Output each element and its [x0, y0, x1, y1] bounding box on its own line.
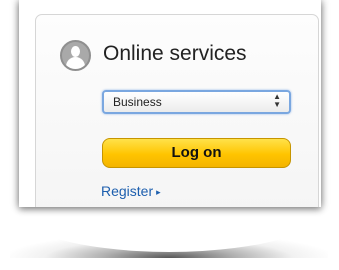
account-type-value: Business — [113, 95, 162, 109]
select-arrows-icon: ▲ ▼ — [273, 92, 281, 109]
screenshot-frame: Online services Business ▲ ▼ Log on Regis… — [19, 0, 321, 207]
avatar-body — [66, 57, 85, 69]
register-link[interactable]: Register ▸ — [101, 183, 161, 199]
online-services-panel: Online services Business ▲ ▼ Log on Regis… — [35, 14, 319, 207]
panel-title: Online services — [103, 42, 247, 65]
avatar-head — [71, 46, 80, 57]
user-avatar-icon — [60, 40, 91, 71]
log-on-button[interactable]: Log on — [102, 138, 291, 168]
register-label: Register — [101, 183, 154, 199]
arrow-right-icon: ▸ — [156, 187, 161, 197]
account-type-select[interactable]: Business ▲ ▼ — [102, 90, 291, 114]
